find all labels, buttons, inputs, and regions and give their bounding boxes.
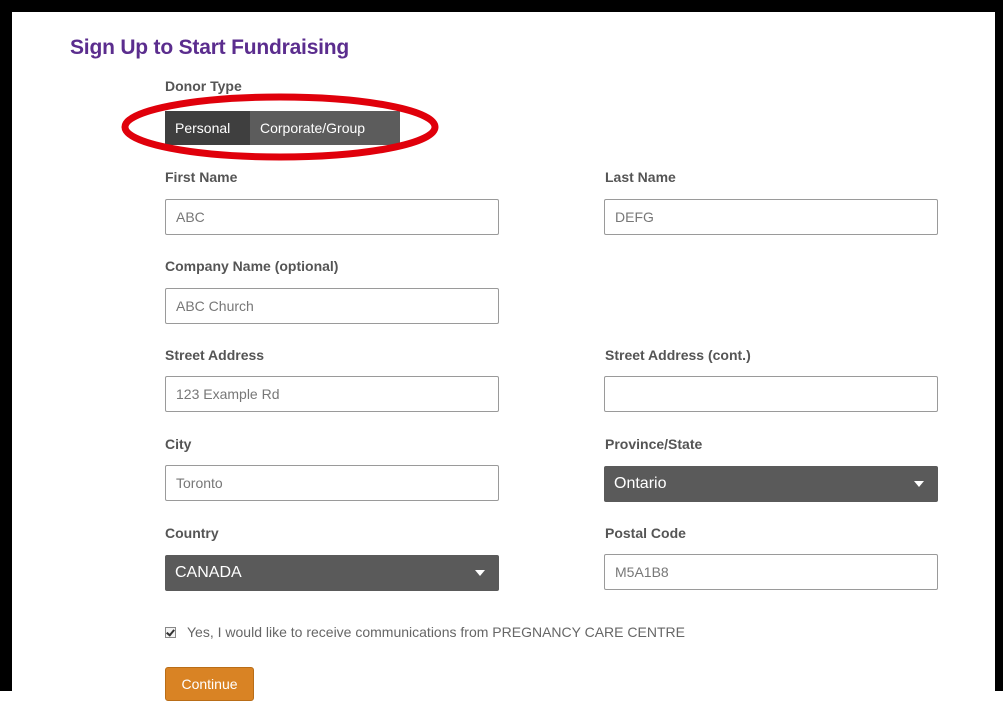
city-label: City: [165, 436, 192, 452]
postal-code-label: Postal Code: [605, 525, 686, 541]
street-address-input[interactable]: [165, 376, 499, 412]
street-address-cont-input[interactable]: [604, 376, 938, 412]
chevron-down-icon: [475, 570, 485, 576]
country-value: CANADA: [175, 564, 242, 581]
consent-checkbox[interactable]: [165, 626, 176, 638]
page-title: Sign Up to Start Fundraising: [70, 36, 350, 59]
street-address-cont-label: Street Address (cont.): [605, 347, 751, 363]
street-address-label: Street Address: [165, 347, 265, 363]
province-state-value: Ontario: [614, 475, 667, 492]
first-name-label: First Name: [165, 169, 238, 185]
first-name-input[interactable]: [165, 199, 499, 235]
postal-code-input[interactable]: [604, 554, 938, 590]
company-name-input[interactable]: [165, 288, 499, 324]
country-select[interactable]: CANADA: [165, 555, 499, 591]
company-name-label: Company Name (optional): [165, 258, 339, 274]
continue-button[interactable]: Continue: [165, 667, 254, 701]
donor-type-personal-button[interactable]: Personal: [165, 111, 250, 145]
province-state-label: Province/State: [605, 436, 703, 452]
last-name-input[interactable]: [604, 199, 938, 235]
city-input[interactable]: [165, 465, 499, 501]
page-frame: Sign Up to Start Fundraising Donor Type …: [0, 0, 1003, 701]
last-name-label: Last Name: [605, 169, 676, 185]
donor-type-label: Donor Type: [165, 78, 242, 94]
chevron-down-icon: [914, 481, 924, 487]
consent-row: Yes, I would like to receive communicati…: [165, 624, 685, 640]
donor-type-toggle: Personal Corporate/Group: [165, 111, 400, 145]
donor-type-corporate-button[interactable]: Corporate/Group: [250, 111, 400, 145]
country-label: Country: [165, 525, 219, 541]
province-state-select[interactable]: Ontario: [604, 466, 938, 502]
consent-label: Yes, I would like to receive communicati…: [187, 624, 685, 640]
